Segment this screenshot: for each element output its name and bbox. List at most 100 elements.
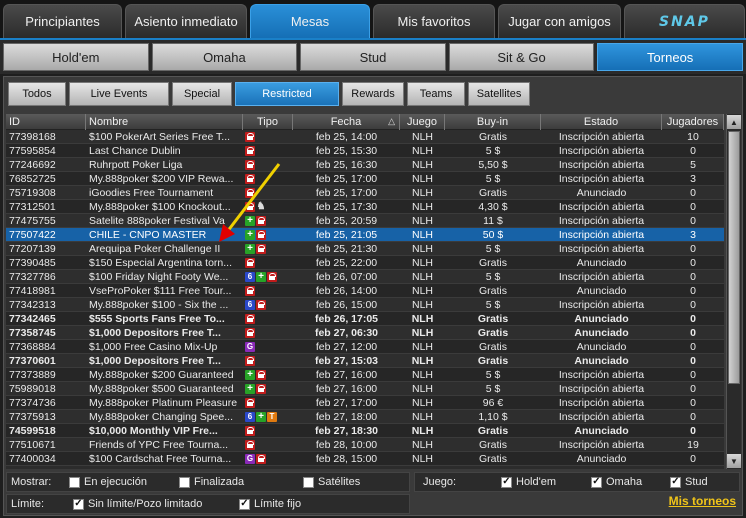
table-row[interactable]: 77375913 My.888poker Changing Spee... 6 + Tf… — [6, 410, 724, 424]
table-row[interactable]: 77370601 $1,000 Depositors Free T... feb 2… — [6, 354, 724, 368]
column-header-id[interactable]: ID — [6, 114, 86, 130]
cell-buyin: 5,50 $ — [478, 159, 508, 171]
table-row[interactable]: 77398168 $100 PokerArt Series Free T... fe… — [6, 130, 724, 144]
checkbox-box[interactable] — [303, 476, 314, 488]
table-row[interactable]: 76852725 My.888poker $200 VIP Rewa... feb … — [6, 172, 724, 186]
column-header-juego[interactable]: Juego — [400, 114, 445, 130]
cell-name: CHILE - CNPO MASTER — [89, 229, 207, 241]
checkbox-box-checked[interactable]: ✓ — [591, 476, 602, 488]
table-row[interactable]: 77246692 Ruhrpott Poker Liga feb 25, 16:30… — [6, 158, 724, 172]
filter-todos-button[interactable]: Todos — [8, 82, 66, 106]
table-scrollbar[interactable]: ▲ ▼ — [726, 114, 741, 469]
lock-icon — [245, 286, 255, 296]
checkbox-box-checked[interactable]: ✓ — [73, 498, 84, 510]
table-row[interactable]: 77400034 $100 Cardschat Free Tourna... Gfe… — [6, 452, 724, 466]
cell-players: 0 — [690, 271, 696, 283]
cell-id: 77375913 — [9, 411, 56, 423]
column-header-nombre[interactable]: Nombre — [86, 114, 243, 130]
top-tab-asiento-inmediato[interactable]: Asiento inmediato — [125, 4, 247, 38]
table-row[interactable]: 77390485 $150 Especial Argentina torn... f… — [6, 256, 724, 270]
scroll-down-arrow-icon[interactable]: ▼ — [727, 454, 741, 468]
checkbox-sin-limite[interactable]: ✓ Sin límite/Pozo limitado — [73, 498, 202, 510]
checkbox-omaha[interactable]: ✓ Omaha — [591, 476, 642, 488]
cell-id: 77368884 — [9, 341, 56, 353]
cell-game: NLH — [411, 243, 433, 255]
cell-status: Inscripción abierta — [558, 229, 645, 241]
column-header-jugadores[interactable]: Jugadores — [662, 114, 724, 130]
column-header-buyin[interactable]: Buy-in — [445, 114, 541, 130]
table-row[interactable]: 77327786 $100 Friday Night Footy We... 6 + f… — [6, 270, 724, 284]
cell-status: Inscripción abierta — [558, 299, 645, 311]
game-tab-sit-go[interactable]: Sit & Go — [448, 43, 595, 71]
checkbox-holdem[interactable]: ✓ Hold'em — [501, 476, 556, 488]
table-row[interactable]: 77373889 My.888poker $200 Guaranteed + feb … — [6, 368, 724, 382]
t-badge-icon: T — [267, 412, 277, 422]
six-max-icon: 6 — [245, 300, 255, 310]
cell-id: 77398168 — [9, 131, 56, 143]
cell-name: $100 Friday Night Footy We... — [89, 271, 229, 283]
checkbox-box-checked[interactable]: ✓ — [239, 498, 250, 510]
checkbox-box-checked[interactable]: ✓ — [501, 476, 512, 488]
game-tab-omaha[interactable]: Omaha — [151, 43, 298, 71]
lock-icon — [267, 272, 277, 282]
game-tab-torneos[interactable]: Torneos — [597, 43, 743, 71]
filter-teams-button[interactable]: Teams — [407, 82, 465, 106]
table-row[interactable]: 77342313 My.888poker $100 - Six the ... 6 f… — [6, 298, 724, 312]
cell-type: 6 + — [243, 270, 293, 283]
cell-type: G — [243, 452, 293, 465]
top-tab-snap[interactable]: SNAP — [624, 4, 745, 38]
table-row[interactable]: 77595854 Last Chance Dublin feb 25, 15:30 N… — [6, 144, 724, 158]
type-icons: + — [243, 228, 293, 241]
filter-rewards-button[interactable]: Rewards — [342, 82, 404, 106]
checkbox-box[interactable] — [179, 476, 190, 488]
filter-special-button[interactable]: Special — [172, 82, 232, 106]
top-tab-mesas[interactable]: Mesas — [250, 4, 370, 38]
cell-game: NLH — [411, 355, 434, 367]
table-row[interactable]: 77207139 Arequipa Poker Challenge II + feb … — [6, 242, 724, 256]
table-row[interactable]: 77507422 CHILE - CNPO MASTER + feb 25, 21:0… — [6, 228, 724, 242]
game-tab-stud[interactable]: Stud — [300, 43, 446, 71]
game-tab-hold-em[interactable]: Hold'em — [3, 43, 149, 71]
type-icons — [243, 326, 293, 339]
table-row[interactable]: 75719308 iGoodies Free Tournament feb 25, … — [6, 186, 724, 200]
scroll-up-arrow-icon[interactable]: ▲ — [727, 115, 741, 129]
checkbox-finalizada[interactable]: Finalizada — [179, 476, 244, 488]
filter-satellites-button[interactable]: Satellites — [468, 82, 530, 106]
table-row[interactable]: 74599518 $10,000 Monthly VIP Fre... feb 27… — [6, 424, 724, 438]
filter-restricted-button[interactable]: Restricted — [235, 82, 339, 106]
scrollbar-thumb[interactable] — [728, 131, 740, 384]
cell-status: Anunciado — [574, 327, 629, 339]
table-row[interactable]: 77374736 My.888poker Platinum Pleasure feb… — [6, 396, 724, 410]
table-row[interactable]: 77342465 $555 Sports Fans Free To... feb 2… — [6, 312, 724, 326]
top-tab-mis-favoritos[interactable]: Mis favoritos — [373, 4, 495, 38]
checkbox-en-ejecucion[interactable]: En ejecución — [69, 476, 147, 488]
top-tab-principiantes[interactable]: Principiantes — [3, 4, 122, 38]
type-icons: G — [243, 340, 293, 353]
cell-game: NLH — [411, 453, 433, 465]
column-header-fecha[interactable]: Fecha △ — [293, 114, 400, 130]
table-row[interactable]: 77312501 My.888poker $100 Knockout... ♞ feb… — [6, 200, 724, 214]
my-tournaments-link[interactable]: Mis torneos — [669, 494, 736, 508]
checkbox-stud[interactable]: ✓ Stud — [670, 476, 708, 488]
cell-game: NLH — [411, 397, 433, 409]
checkbox-limite-fijo[interactable]: ✓ Límite fijo — [239, 498, 301, 510]
cell-players: 0 — [690, 201, 696, 213]
type-icons — [243, 354, 293, 367]
table-row[interactable]: 77368884 $1,000 Free Casino Mix-Up Gfeb 27… — [6, 340, 724, 354]
table-row[interactable]: 77475755 Satelite 888poker Festival Va + fe… — [6, 214, 724, 228]
table-row[interactable]: 77358745 $1,000 Depositors Free T... feb 2… — [6, 326, 724, 340]
column-header-estado[interactable]: Estado — [541, 114, 662, 130]
cell-id: 77207139 — [9, 243, 56, 255]
cell-name: My.888poker $100 Knockout... — [89, 201, 231, 213]
checkbox-box-checked[interactable]: ✓ — [670, 476, 681, 488]
top-tab-jugar-con-amigos[interactable]: Jugar con amigos — [498, 4, 621, 38]
filter-live-events-button[interactable]: Live Events — [69, 82, 169, 106]
column-header-tipo[interactable]: Tipo — [243, 114, 293, 130]
g-badge-icon: G — [245, 454, 255, 464]
checkbox-satelites[interactable]: Satélites — [303, 476, 360, 488]
table-row[interactable]: 75989018 My.888poker $500 Guaranteed + feb … — [6, 382, 724, 396]
table-row[interactable]: 77418981 VseProPoker $111 Free Tour... feb… — [6, 284, 724, 298]
table-row[interactable]: 77510671 Friends of YPC Free Tourna... feb… — [6, 438, 724, 452]
checkbox-box[interactable] — [69, 476, 80, 488]
table-body: 77398168 $100 PokerArt Series Free T... fe… — [6, 130, 724, 466]
